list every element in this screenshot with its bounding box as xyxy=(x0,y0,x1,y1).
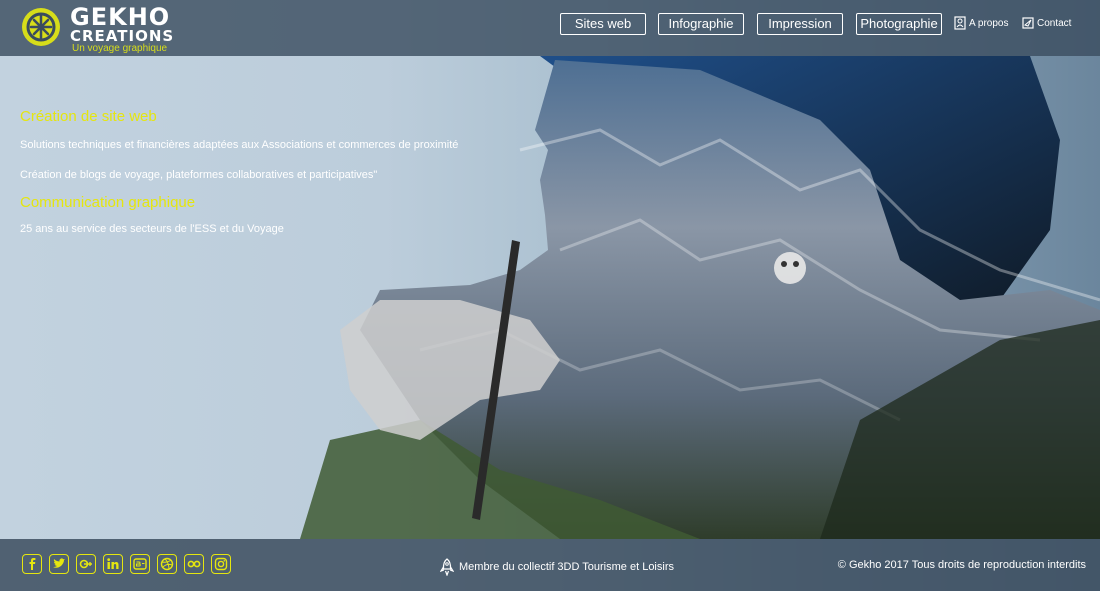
intro-line-2: Création de blogs de voyage, plateformes… xyxy=(20,169,378,181)
brand-name-line2: CREATIONS xyxy=(70,27,175,45)
nav-contact[interactable]: Contact xyxy=(1022,16,1071,32)
intro-line-1: Solutions techniques et financières adap… xyxy=(20,139,459,151)
instagram-icon[interactable] xyxy=(211,554,231,574)
nav-a-propos-label: A propos xyxy=(969,18,1009,29)
nav-a-propos[interactable]: A propos xyxy=(954,16,1008,32)
nav-photographie[interactable]: Photographie xyxy=(856,13,942,35)
member-text: Membre du collectif 3DD Tourisme et Lois… xyxy=(459,560,674,573)
behance-icon[interactable] xyxy=(130,554,150,574)
brand-tagline: Un voyage graphique xyxy=(72,43,168,54)
paper-plane-icon xyxy=(1022,17,1034,29)
nav-impression[interactable]: Impression xyxy=(757,13,843,35)
twitter-icon[interactable] xyxy=(49,554,69,574)
gecko-logo-icon xyxy=(22,8,60,46)
google-plus-icon[interactable] xyxy=(76,554,96,574)
brand-logo[interactable]: GEKHO CREATIONS Un voyage graphique xyxy=(20,4,180,54)
rocket-icon xyxy=(439,558,455,577)
heading-communication: Communication graphique xyxy=(20,194,196,211)
site-footer: Membre du collectif 3DD Tourisme et Lois… xyxy=(0,539,1100,591)
linkedin-icon[interactable] xyxy=(103,554,123,574)
nav-infographie[interactable]: Infographie xyxy=(658,13,744,35)
heading-web: Création de site web xyxy=(20,108,157,125)
intro-line-3: 25 ans au service des secteurs de l'ESS … xyxy=(20,223,284,235)
copyright-notice: © Gekho 2017 Tous droits de reproduction… xyxy=(837,559,1086,571)
nav-sites-web[interactable]: Sites web xyxy=(560,13,646,35)
hero-image xyxy=(0,0,1100,591)
flickr-icon[interactable] xyxy=(184,554,204,574)
id-card-icon xyxy=(954,16,966,30)
intro-section: Création de site web Solutions technique… xyxy=(20,108,540,235)
facebook-icon[interactable] xyxy=(22,554,42,574)
nav-contact-label: Contact xyxy=(1037,18,1072,29)
dribbble-icon[interactable] xyxy=(157,554,177,574)
site-header: GEKHO CREATIONS Un voyage graphique Site… xyxy=(0,0,1100,56)
hero-illustration xyxy=(300,56,1100,539)
collective-membership[interactable]: Membre du collectif 3DD Tourisme et Lois… xyxy=(439,558,674,577)
